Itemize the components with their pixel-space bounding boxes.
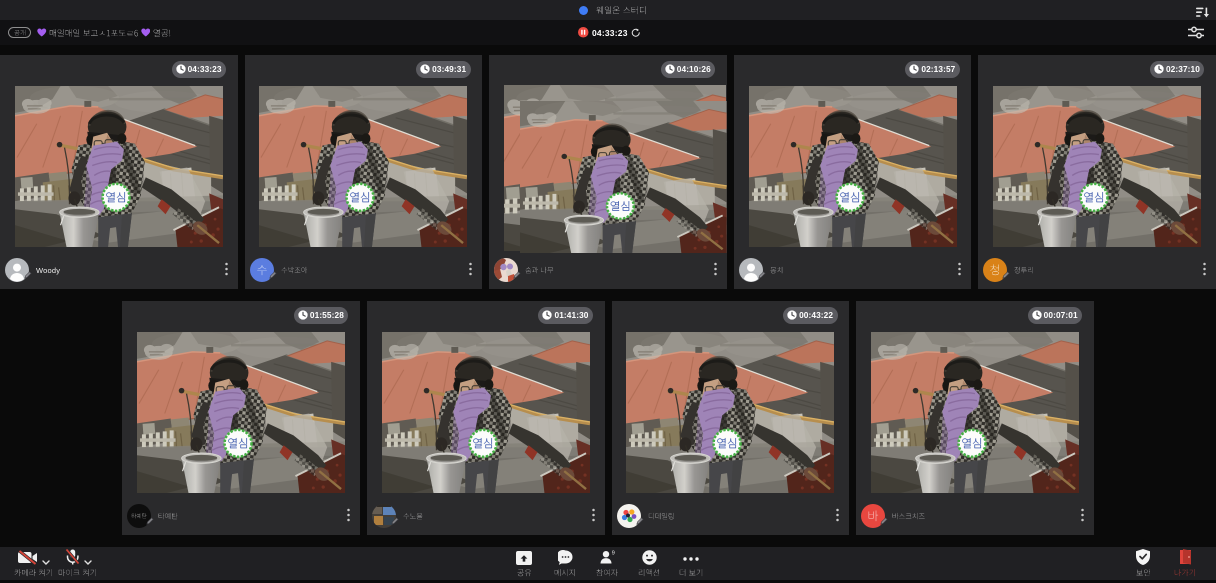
svg-text:9: 9: [611, 551, 614, 557]
